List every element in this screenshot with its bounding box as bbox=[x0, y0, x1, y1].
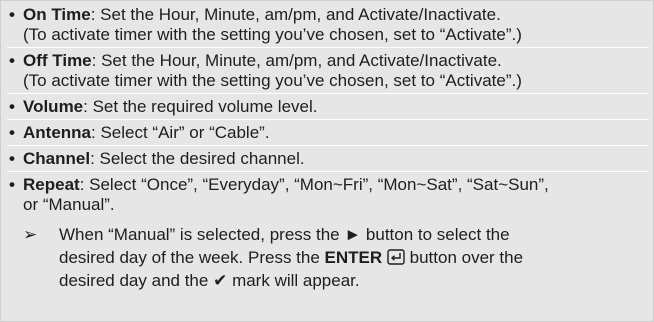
channel-description: : Select the desired channel. bbox=[90, 149, 305, 168]
term-on-time: On Time bbox=[23, 5, 91, 24]
antenna-description: : Select “Air” or “Cable”. bbox=[91, 123, 270, 142]
term-repeat: Repeat bbox=[23, 175, 80, 194]
off-time-note: (To activate timer with the setting you’… bbox=[23, 71, 522, 90]
repeat-description: : Select “Once”, “Everyday”, “Mon~Fri”, … bbox=[79, 175, 549, 194]
term-volume: Volume bbox=[23, 97, 84, 116]
note-text: desired day and the bbox=[59, 271, 209, 290]
term-channel: Channel bbox=[23, 149, 91, 168]
item-line-1: Channel: Select the desired channel. bbox=[23, 149, 305, 169]
note-line-3: desired day and the ✔ mark will appear. bbox=[59, 271, 360, 291]
term-antenna: Antenna bbox=[23, 123, 91, 142]
note-text: button over the bbox=[409, 248, 524, 267]
list-item-on-time: • On Time: Set the Hour, Minute, am/pm, … bbox=[1, 5, 654, 45]
bullet: • bbox=[9, 5, 15, 24]
note-block: ➢ When “Manual” is selected, press the ►… bbox=[1, 225, 654, 295]
item-line-1: Repeat: Select “Once”, “Everyday”, “Mon~… bbox=[23, 175, 549, 195]
divider bbox=[7, 93, 649, 94]
on-time-note: (To activate timer with the setting you’… bbox=[23, 25, 522, 44]
note-text: desired day of the week. Press the bbox=[59, 248, 320, 267]
repeat-description-continued: or “Manual”. bbox=[23, 195, 115, 214]
item-line-1: Antenna: Select “Air” or “Cable”. bbox=[23, 123, 270, 143]
bullet: • bbox=[9, 175, 15, 194]
bullet: • bbox=[9, 97, 15, 116]
item-line-1: Volume: Set the required volume level. bbox=[23, 97, 318, 117]
list-item-repeat: • Repeat: Select “Once”, “Everyday”, “Mo… bbox=[1, 175, 654, 215]
note-arrow-icon: ➢ bbox=[23, 225, 38, 244]
divider bbox=[7, 171, 649, 172]
note-text: mark will appear. bbox=[232, 271, 360, 290]
volume-description: : Set the required volume level. bbox=[83, 97, 318, 116]
note-line-2: desired day of the week. Press the ENTER… bbox=[59, 248, 523, 268]
check-mark-icon: ✔ bbox=[213, 271, 228, 290]
divider bbox=[7, 119, 649, 120]
enter-key-label: ENTER bbox=[324, 248, 383, 267]
note-text: When “Manual” is selected, press the bbox=[59, 225, 340, 244]
divider bbox=[7, 47, 649, 48]
divider bbox=[7, 145, 649, 146]
instructions-panel: • On Time: Set the Hour, Minute, am/pm, … bbox=[0, 0, 654, 322]
play-arrow-icon: ► bbox=[344, 225, 362, 244]
item-line-1: On Time: Set the Hour, Minute, am/pm, an… bbox=[23, 5, 501, 25]
on-time-description: : Set the Hour, Minute, am/pm, and Activ… bbox=[90, 5, 501, 24]
list-item-channel: • Channel: Select the desired channel. bbox=[1, 149, 654, 169]
list-item-volume: • Volume: Set the required volume level. bbox=[1, 97, 654, 117]
note-line-1: When “Manual” is selected, press the ► b… bbox=[59, 225, 510, 245]
bullet: • bbox=[9, 123, 15, 142]
enter-icon bbox=[387, 249, 405, 270]
list-item-antenna: • Antenna: Select “Air” or “Cable”. bbox=[1, 123, 654, 143]
note-text: button to select the bbox=[365, 225, 510, 244]
bullet: • bbox=[9, 149, 15, 168]
term-off-time: Off Time bbox=[23, 51, 92, 70]
bullet: • bbox=[9, 51, 15, 70]
item-line-1: Off Time: Set the Hour, Minute, am/pm, a… bbox=[23, 51, 502, 71]
list-item-off-time: • Off Time: Set the Hour, Minute, am/pm,… bbox=[1, 51, 654, 91]
off-time-description: : Set the Hour, Minute, am/pm, and Activ… bbox=[91, 51, 502, 70]
